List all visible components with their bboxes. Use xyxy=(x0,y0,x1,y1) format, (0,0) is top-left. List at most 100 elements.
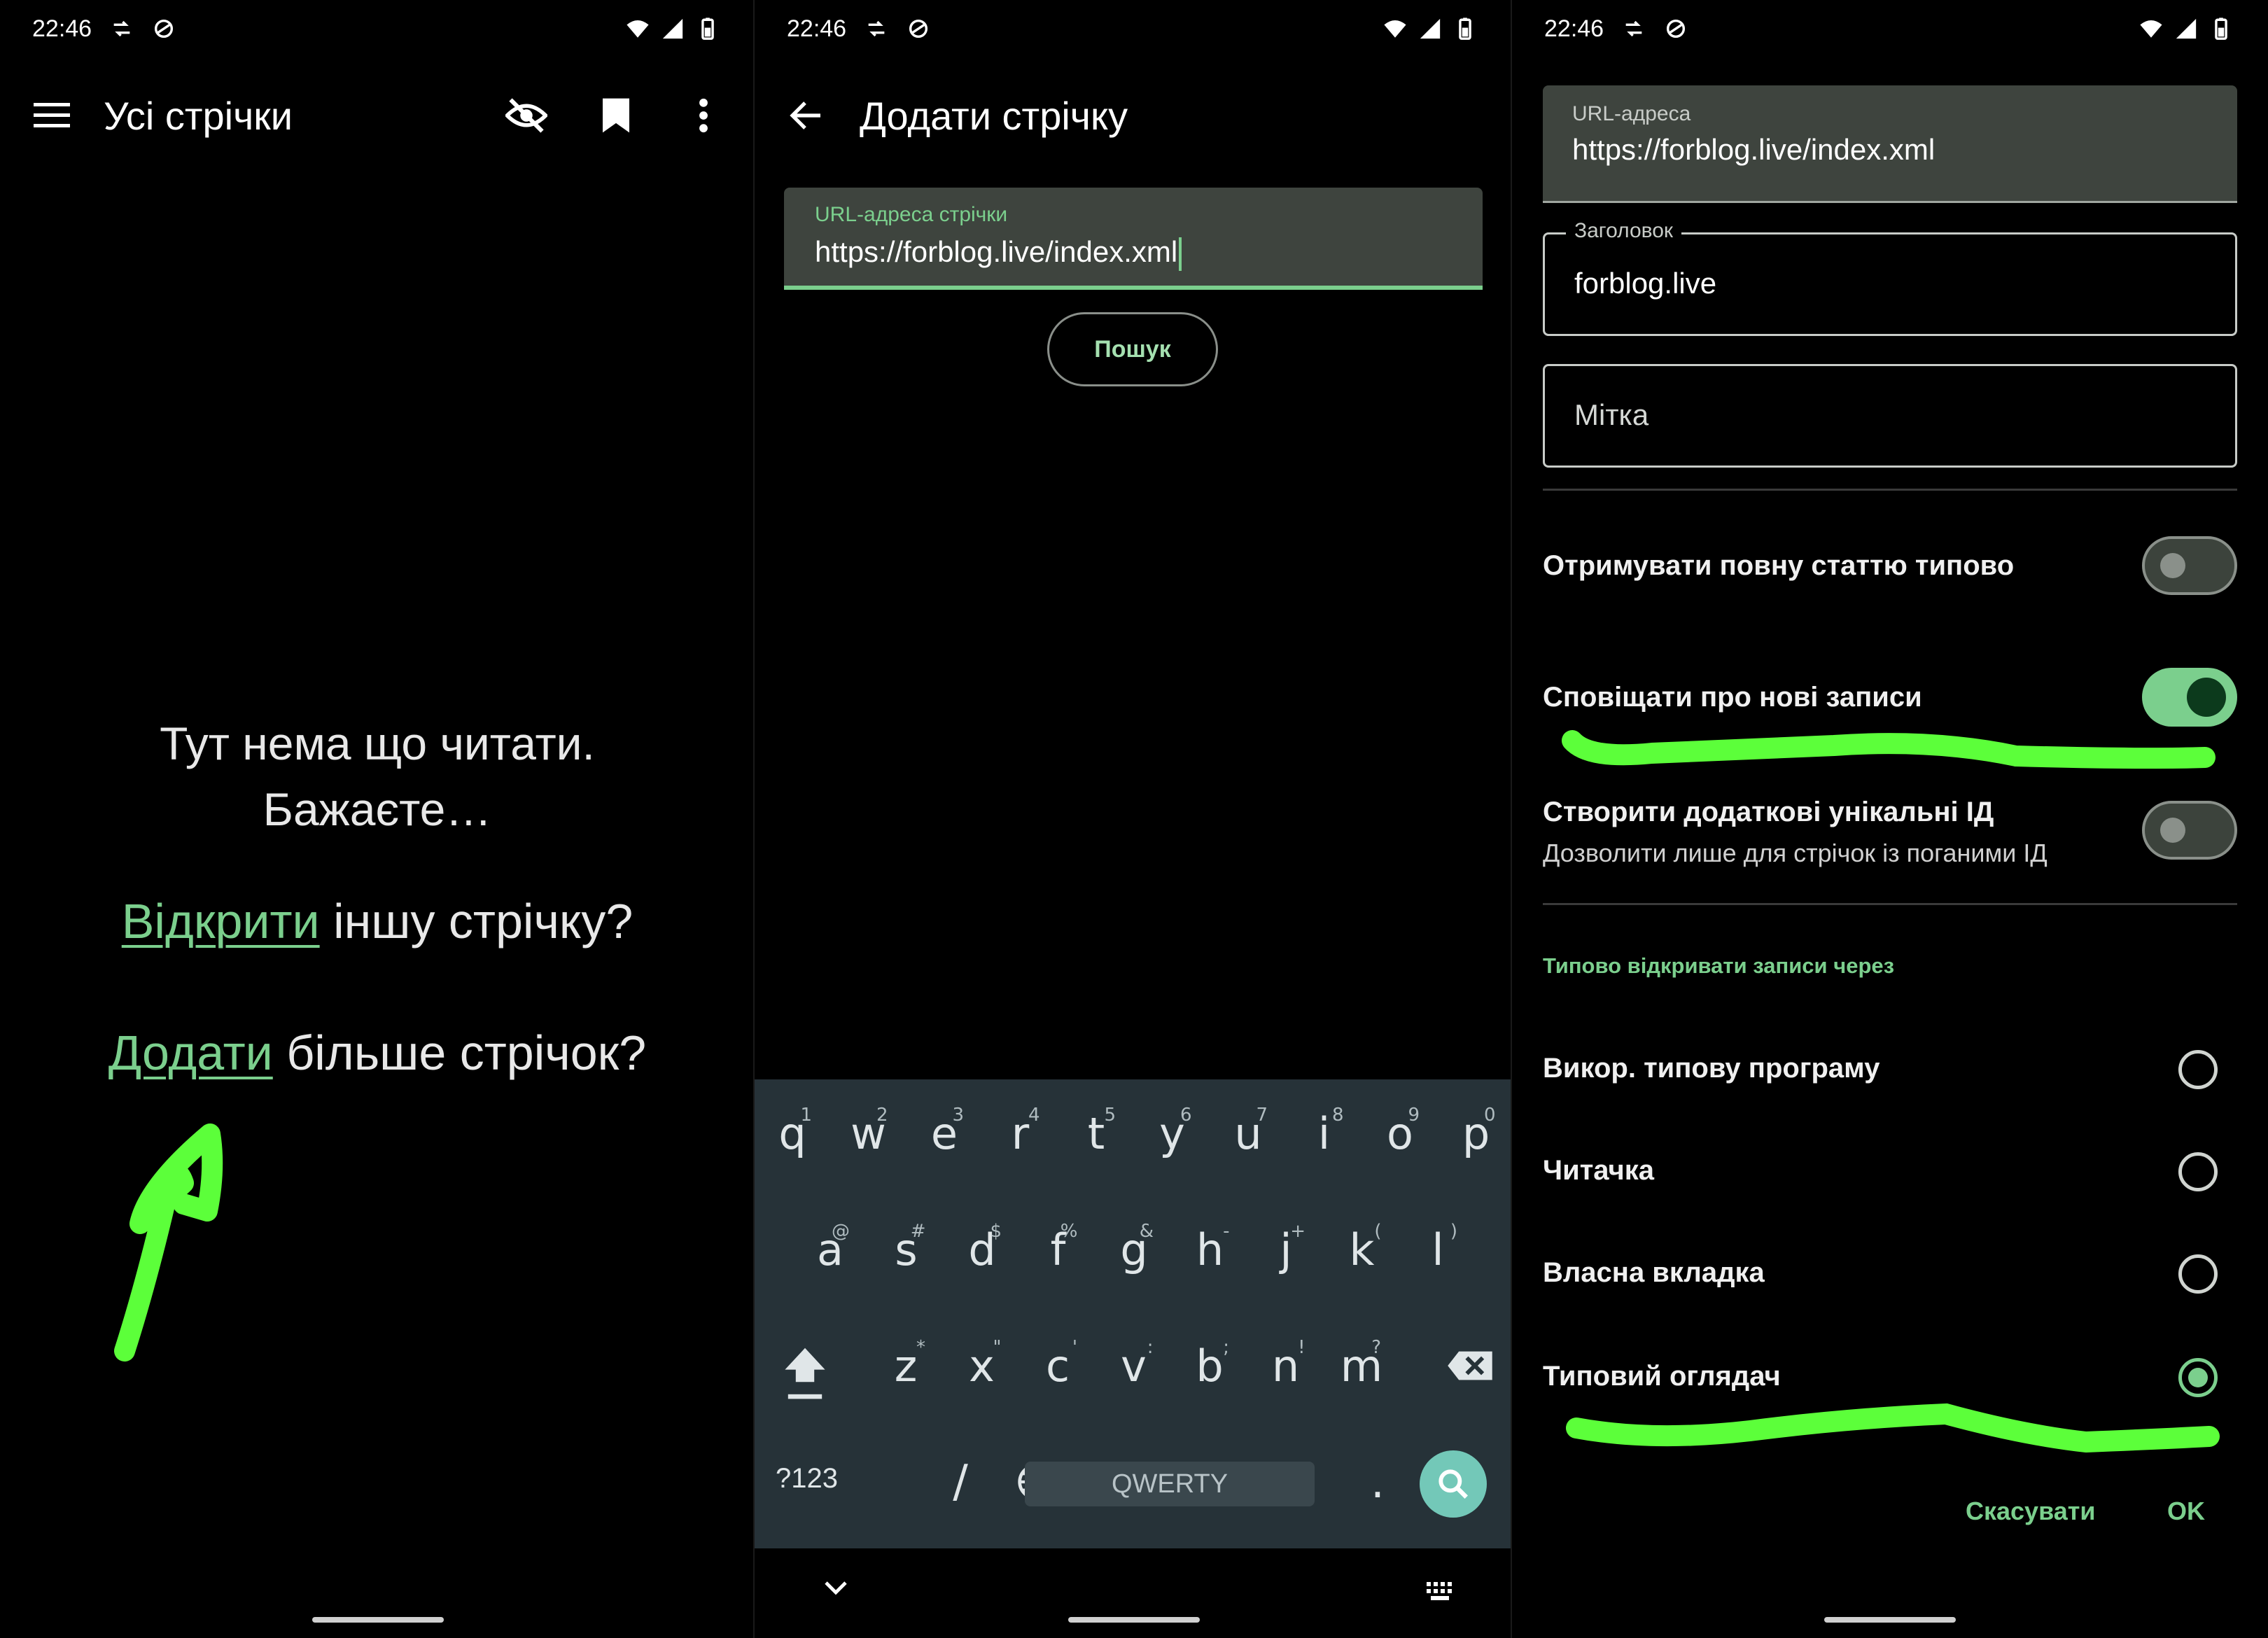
url-field-value: https://forblog.live/index.xml xyxy=(1572,133,1935,166)
key-f[interactable]: f% xyxy=(1023,1211,1093,1288)
open-with-option-radio[interactable] xyxy=(2178,1358,2218,1397)
key-x[interactable]: x " xyxy=(947,1327,1017,1404)
add-feed-screen: 22:46 Додати стрічку URL-адреса стрічки … xyxy=(755,0,1512,1638)
key-k[interactable]: k( xyxy=(1327,1211,1397,1288)
bookmark-icon[interactable] xyxy=(595,94,637,136)
key-letter: k xyxy=(1349,1224,1375,1275)
keyboard-search-icon[interactable] xyxy=(1420,1450,1487,1518)
key-hint: 8 xyxy=(1331,1105,1344,1126)
backspace-key[interactable] xyxy=(1435,1327,1505,1404)
wifi-icon xyxy=(1384,20,1406,38)
hide-read-icon[interactable] xyxy=(505,94,547,136)
open-feed-link[interactable]: Відкрити xyxy=(122,894,320,948)
add-feeds-text: більше стрічок? xyxy=(272,1026,647,1080)
url-field[interactable]: URL-адреса https://forblog.live/index.xm… xyxy=(1543,85,2237,203)
key-hint: ' xyxy=(1072,1337,1077,1358)
key-l[interactable]: l) xyxy=(1403,1211,1473,1288)
key-hint: : xyxy=(1147,1337,1154,1358)
gesture-bar[interactable] xyxy=(312,1617,444,1623)
on-screen-keyboard: q1w2e3r4t5y6u7i8o9p0 a @ s # d $ f% g & h - j + k(l) … xyxy=(755,1079,1512,1548)
full-article-label: Отримувати повну статтю типово xyxy=(1543,550,2015,581)
key-s[interactable]: s # xyxy=(872,1211,941,1288)
slash-key[interactable]: / xyxy=(925,1443,995,1520)
key-hint: & xyxy=(1139,1221,1154,1242)
key-g[interactable]: g & xyxy=(1099,1211,1169,1288)
hide-keyboard-icon[interactable] xyxy=(822,1578,850,1602)
key-hint: * xyxy=(916,1337,925,1358)
key-hint: 4 xyxy=(1028,1105,1040,1126)
key-r[interactable]: r4 xyxy=(986,1095,1056,1172)
status-time: 22:46 xyxy=(32,15,92,42)
all-feeds-screen: 22:46 Усі стрічки Тут нема що читати. Ба… xyxy=(0,0,755,1638)
key-m[interactable]: m? xyxy=(1326,1327,1396,1404)
key-v[interactable]: v: xyxy=(1099,1327,1169,1404)
key-z[interactable]: z * xyxy=(871,1327,941,1404)
notify-switch[interactable] xyxy=(2142,668,2237,727)
cancel-button[interactable]: Скасувати xyxy=(1966,1497,2096,1526)
gesture-bar[interactable] xyxy=(1824,1617,1956,1623)
open-feed-text: іншу стрічку? xyxy=(319,894,634,948)
add-feeds-prompt: Додати більше стрічок? xyxy=(0,1025,755,1081)
key-h[interactable]: h- xyxy=(1175,1211,1245,1288)
tag-field[interactable]: Мітка xyxy=(1543,364,2237,468)
key-i[interactable]: i8 xyxy=(1289,1095,1359,1172)
key-a[interactable]: a @ xyxy=(795,1211,865,1288)
symbols-key[interactable]: ?123 xyxy=(776,1463,838,1494)
open-with-header: Типово відкривати записи через xyxy=(1543,953,1895,978)
open-with-option-label: Власна вкладка xyxy=(1543,1257,1765,1288)
key-b[interactable]: b; xyxy=(1175,1327,1245,1404)
key-o[interactable]: o9 xyxy=(1365,1095,1435,1172)
more-options-icon[interactable] xyxy=(682,94,724,136)
open-with-option-radio[interactable] xyxy=(2178,1254,2218,1294)
key-hint: - xyxy=(1223,1221,1230,1242)
key-d[interactable]: d $ xyxy=(947,1211,1017,1288)
add-feeds-link[interactable]: Додати xyxy=(108,1026,273,1080)
vpn-icon xyxy=(155,19,174,38)
unique-ids-switch[interactable] xyxy=(2142,801,2237,860)
status-time: 22:46 xyxy=(787,15,847,42)
wifi-icon xyxy=(626,20,649,38)
wifi-icon xyxy=(2140,20,2162,38)
feed-url-input[interactable]: URL-адреса стрічки https://forblog.live/… xyxy=(784,188,1483,290)
title-field[interactable]: Заголовок forblog.live xyxy=(1543,219,2237,336)
key-hint: % xyxy=(1060,1221,1078,1242)
unique-ids-description: Дозволити лише для стрічок із поганими І… xyxy=(1543,839,2047,867)
key-u[interactable]: u7 xyxy=(1213,1095,1283,1172)
key-letter: l xyxy=(1432,1224,1444,1275)
key-hint: 0 xyxy=(1483,1105,1496,1126)
key-t[interactable]: t5 xyxy=(1061,1095,1131,1172)
menu-icon[interactable] xyxy=(31,94,73,136)
key-y[interactable]: y6 xyxy=(1138,1095,1208,1172)
shift-key[interactable] xyxy=(770,1334,840,1411)
key-hint: $ xyxy=(990,1221,1002,1242)
space-bar[interactable]: QWERTY xyxy=(1025,1462,1315,1506)
status-bar: 22:46 xyxy=(1544,11,2233,46)
open-with-option-label: Викор. типову програму xyxy=(1543,1053,1880,1084)
key-q[interactable]: q1 xyxy=(757,1095,827,1172)
period-key[interactable]: . xyxy=(1343,1443,1413,1520)
key-w[interactable]: w2 xyxy=(834,1095,904,1172)
page-title: Додати стрічку xyxy=(860,93,1128,138)
full-article-switch[interactable] xyxy=(2142,536,2237,595)
gesture-bar[interactable] xyxy=(1068,1617,1200,1623)
key-j[interactable]: j + xyxy=(1251,1211,1321,1288)
key-e[interactable]: e3 xyxy=(909,1095,979,1172)
divider xyxy=(1543,903,2237,905)
ok-button[interactable]: OK xyxy=(2167,1497,2205,1526)
title-field-value: forblog.live xyxy=(1574,267,1717,300)
key-hint: ! xyxy=(1298,1337,1306,1358)
open-with-option-radio[interactable] xyxy=(2178,1050,2218,1089)
key-c[interactable]: c ' xyxy=(1023,1327,1093,1404)
key-p[interactable]: p0 xyxy=(1441,1095,1511,1172)
key-letter: v xyxy=(1121,1340,1147,1392)
title-field-label: Заголовок xyxy=(1566,219,1682,243)
key-letter: z xyxy=(894,1340,918,1392)
key-n[interactable]: n! xyxy=(1251,1327,1321,1404)
open-with-option-radio[interactable] xyxy=(2178,1152,2218,1191)
key-hint: 9 xyxy=(1408,1105,1420,1126)
search-button[interactable]: Пошук xyxy=(1047,312,1218,386)
battery-icon xyxy=(1459,18,1471,40)
back-arrow-icon[interactable] xyxy=(785,94,827,136)
keyboard-switcher-icon[interactable] xyxy=(1425,1581,1457,1605)
top-app-bar: Усі стрічки xyxy=(0,77,755,154)
